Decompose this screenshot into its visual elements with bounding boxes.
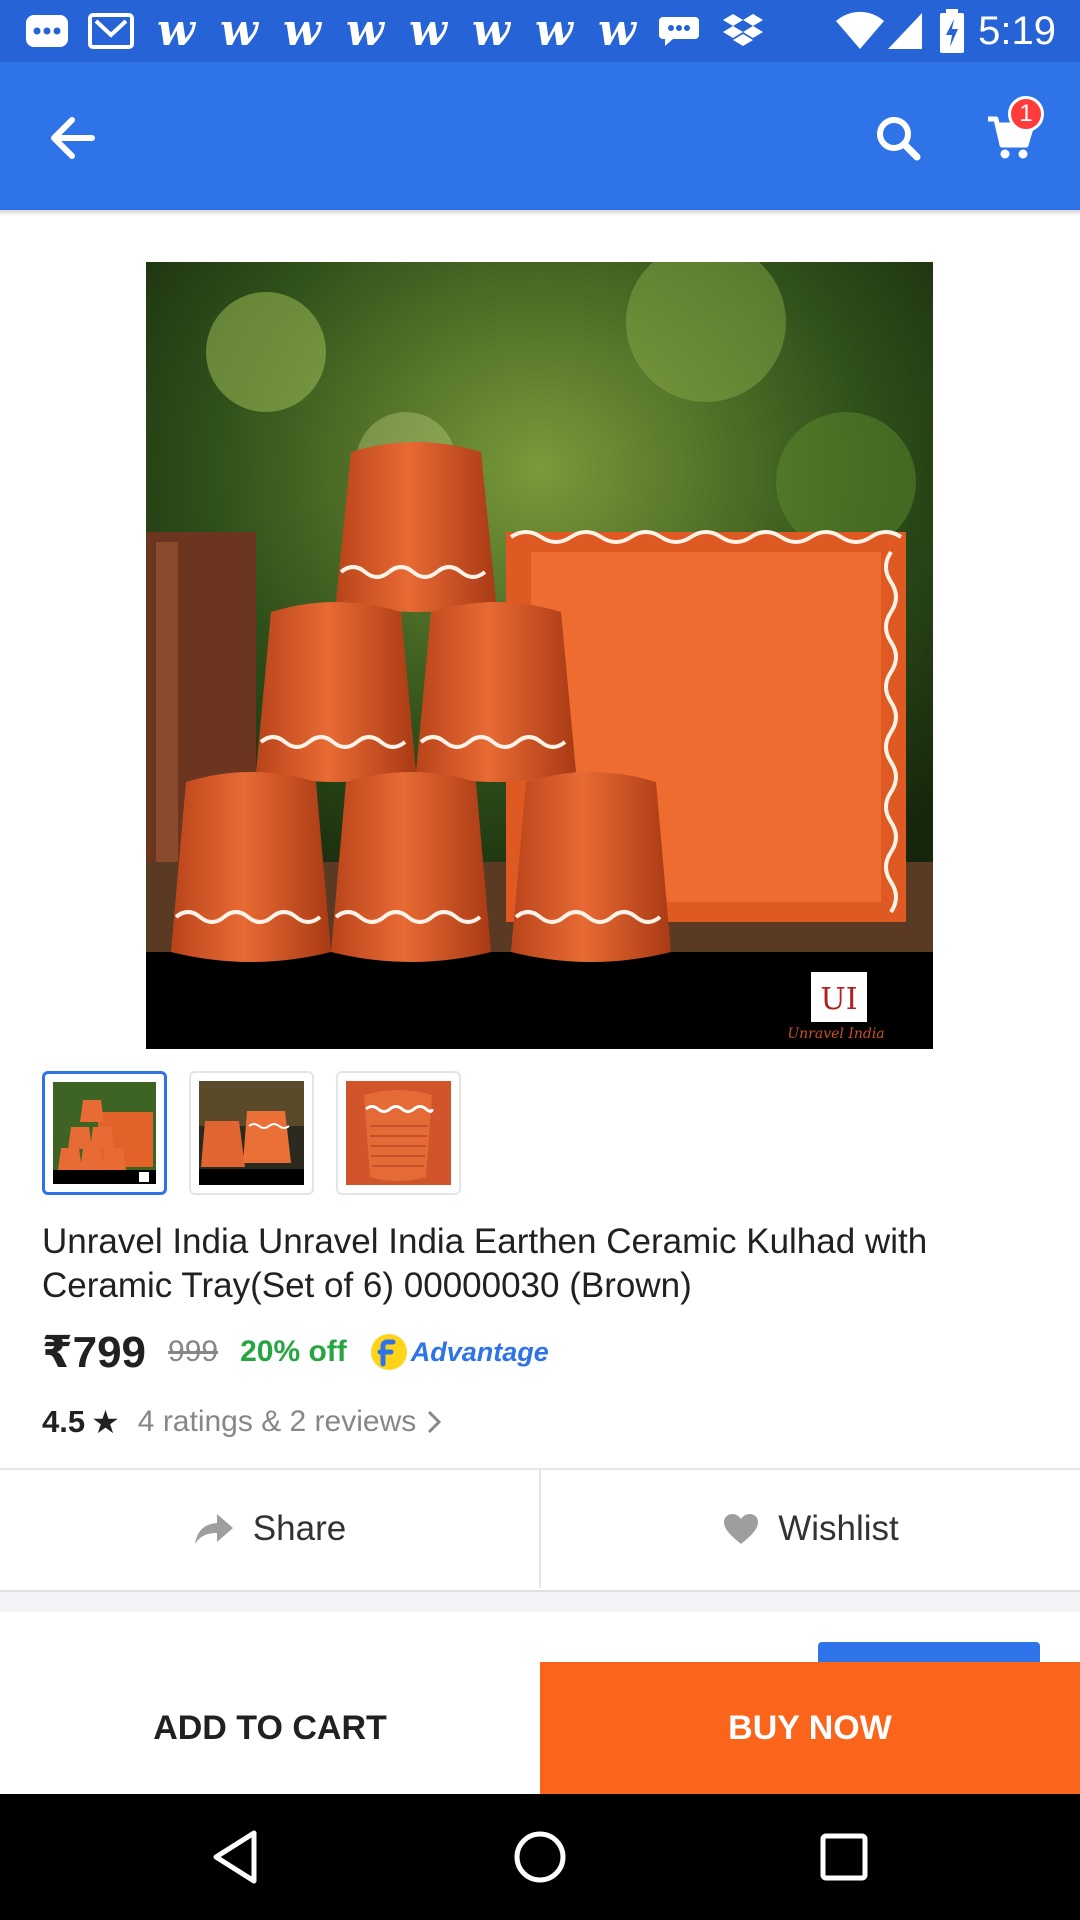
ratings-reviews-link[interactable]: 4 ratings & 2 reviews [138,1405,416,1439]
back-button[interactable] [34,102,110,174]
circle-home-icon [514,1831,566,1883]
battery-charging-icon [934,9,970,53]
gmail-icon [84,10,138,52]
wishlist-button[interactable]: Wishlist [541,1470,1080,1588]
share-icon [194,1514,233,1544]
cellular-icon [884,10,926,52]
w-app-icon: w [598,5,636,56]
rating-value: 4.5 [42,1404,86,1439]
square-recents-icon [820,1833,868,1881]
buy-now-button[interactable]: BUY NOW [540,1662,1080,1794]
flipkart-f-icon [370,1334,407,1370]
thumbnail-3[interactable] [336,1071,461,1195]
arrow-left-icon [51,117,95,159]
heart-icon [724,1514,759,1544]
app-bar-shadow [0,210,1080,216]
share-label: Share [252,1509,347,1548]
add-to-cart-button[interactable]: ADD TO CART [0,1662,540,1794]
w-app-icon: w [409,5,447,56]
messages-icon [20,10,74,52]
nav-back-button[interactable] [200,1822,270,1892]
share-button[interactable]: Share [0,1470,539,1588]
thumbnail-1[interactable] [42,1071,167,1195]
original-price: 999 [168,1335,219,1368]
section-separator [0,1590,1080,1612]
status-bar: w w w w w w w w 5:19 [0,0,1080,62]
product-title: Unravel India Unravel India Earthen Cera… [42,1222,928,1305]
wishlist-label: Wishlist [778,1509,899,1548]
dropbox-icon [716,10,770,52]
product-image[interactable]: UI Unravel India [146,262,933,1049]
partially-hidden-button[interactable] [818,1642,1040,1664]
w-app-icon: w [472,5,510,56]
search-button[interactable] [860,102,936,174]
w-app-icon: w [535,5,573,56]
rating-row[interactable]: 4.5 ★ 4 ratings & 2 reviews [42,1400,442,1444]
w-app-icon: w [346,5,384,56]
star-icon: ★ [91,1404,120,1440]
w-app-icon: w [283,5,321,56]
clock: 5:19 [978,9,1056,53]
w-app-icon: w [220,5,258,56]
chat-icon [652,10,706,52]
wifi-icon [832,10,888,52]
search-icon [877,117,921,161]
nav-recents-button[interactable] [809,1822,879,1892]
triangle-back-icon [213,1830,257,1884]
app-bar [0,62,1080,210]
system-navigation-bar [0,1794,1080,1920]
discount-badge: 20% off [240,1335,347,1368]
advantage-badge[interactable]: Advantage [369,1332,549,1372]
selling-price: ₹799 [42,1327,147,1377]
w-app-icon: w [157,5,195,56]
cart-count-badge: 1 [1008,96,1044,132]
thumbnail-2[interactable] [189,1071,314,1195]
image-brand-text: Unravel India [787,1026,884,1042]
bottom-action-bar: ADD TO CART BUY NOW [0,1662,1080,1794]
advantage-label: Advantage [410,1336,549,1367]
chevron-right-icon [428,1410,442,1434]
price-row: ₹799 999 20% off Advantage [42,1324,549,1380]
nav-home-button[interactable] [505,1822,575,1892]
image-logo: UI [820,982,857,1017]
